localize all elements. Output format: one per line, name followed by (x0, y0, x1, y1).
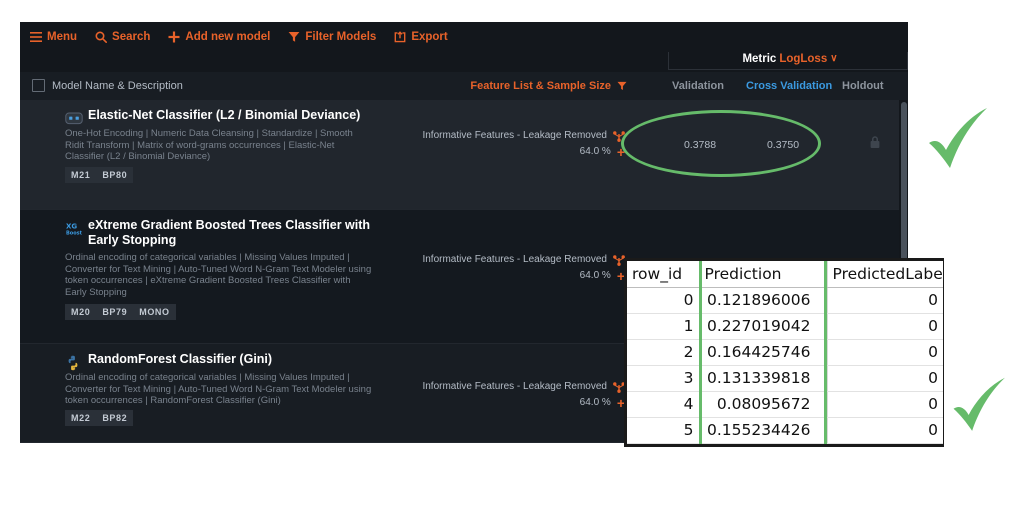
model-tag: BP82 (96, 410, 134, 426)
table-row[interactable]: 0 0.121896006 0 (627, 287, 943, 314)
feature-list-cell: Informative Features - Leakage Removed 6… (422, 379, 625, 411)
model-tag: MONO (133, 304, 176, 320)
model-tags: M20 BP79 MONO (65, 304, 176, 320)
column-header-row: Model Name & Description Feature List & … (20, 72, 908, 101)
cross-validation-score: 0.3750 (766, 139, 800, 151)
top-toolbar: Menu Search Add new model Filter Models … (20, 22, 908, 70)
python-icon (65, 355, 83, 371)
table-row[interactable]: 4 0.08095672 0 (627, 391, 943, 418)
cell-prediction: 0.08095672 (698, 391, 828, 418)
metric-value-text: LogLoss (779, 53, 828, 65)
sample-size: 64.0 % (579, 146, 611, 157)
model-description: Ordinal encoding of categorical variable… (65, 252, 372, 298)
cell-row-id: 5 (627, 417, 699, 444)
add-new-model-button[interactable]: Add new model (168, 31, 270, 43)
column-header-prediction: Prediction (698, 261, 828, 288)
cell-row-id: 3 (627, 365, 699, 392)
predictions-body: 0 0.121896006 0 1 0.227019042 0 2 0.1644… (627, 287, 943, 444)
model-tag: BP80 (96, 167, 134, 183)
model-tag: BP79 (96, 304, 134, 320)
model-tag: M21 (65, 167, 97, 183)
cell-prediction: 0.155234426 (698, 417, 828, 444)
model-description: One-Hot Encoding | Numeric Data Cleansin… (65, 128, 353, 162)
funnel-icon (616, 80, 628, 92)
robot-icon (65, 111, 83, 127)
plus-icon (168, 31, 180, 43)
table-row[interactable]: 2 0.164425746 0 (627, 339, 943, 366)
model-tags: M22 BP82 (65, 410, 134, 426)
cell-row-id: 2 (627, 339, 699, 366)
cell-prediction: 0.121896006 (698, 287, 828, 314)
sample-size: 64.0 % (579, 397, 611, 408)
metric-label-text: Metric (742, 53, 777, 65)
predictions-header-row: row_id Prediction PredictedLabel (627, 261, 943, 288)
filter-models-button[interactable]: Filter Models (288, 31, 376, 43)
column-header-feature-list[interactable]: Feature List & Sample Size (470, 80, 628, 92)
feature-list-name: Informative Features - Leakage Removed (422, 130, 607, 141)
select-all-checkbox[interactable] (32, 79, 45, 92)
cell-predicted-label: 0 (827, 417, 943, 444)
filter-models-label: Filter Models (305, 31, 377, 43)
add-new-model-label: Add new model (185, 31, 271, 43)
column-header-validation[interactable]: Validation (672, 80, 724, 92)
holdout-locked[interactable] (840, 135, 908, 152)
svg-text:XG: XG (66, 223, 77, 231)
cell-prediction: 0.131339818 (698, 365, 828, 392)
magnifier-icon (95, 31, 108, 43)
predictions-table: row_id Prediction PredictedLabel 0 0.121… (624, 258, 944, 447)
table-row[interactable]: Elastic-Net Classifier (L2 / Binomial De… (20, 100, 908, 210)
model-title[interactable]: Elastic-Net Classifier (L2 / Binomial De… (88, 108, 388, 123)
validation-score: 0.3788 (683, 139, 717, 151)
feature-list-name: Informative Features - Leakage Removed (422, 254, 607, 265)
predictions-grid: row_id Prediction PredictedLabel 0 0.121… (627, 261, 943, 444)
cell-row-id: 0 (627, 287, 699, 314)
column-header-cross-validation[interactable]: Cross Validation (746, 80, 832, 92)
cell-predicted-label: 0 (827, 365, 943, 392)
column-header-model: Model Name & Description (52, 80, 183, 92)
plus-icon[interactable]: + (617, 145, 625, 159)
cell-predicted-label: 0 (827, 391, 943, 418)
table-row[interactable]: 3 0.131339818 0 (627, 365, 943, 392)
feature-list-cell: Informative Features - Leakage Removed 6… (422, 252, 625, 284)
menu-button[interactable]: Menu (30, 31, 77, 43)
model-tag: M20 (65, 304, 97, 320)
model-title[interactable]: RandomForest Classifier (Gini) (88, 352, 388, 367)
search-button[interactable]: Search (95, 31, 150, 43)
cell-row-id: 4 (627, 391, 699, 418)
toolbar-actions: Menu Search Add new model Filter Models … (30, 31, 448, 43)
feature-list-cell: Informative Features - Leakage Removed 6… (422, 128, 625, 160)
cell-predicted-label: 0 (827, 313, 943, 340)
cell-prediction: 0.227019042 (698, 313, 828, 340)
funnel-icon (288, 31, 300, 43)
column-header-holdout[interactable]: Holdout (842, 80, 884, 92)
metric-selector[interactable]: Metric LogLoss ∨ (720, 53, 860, 65)
feature-list-name: Informative Features - Leakage Removed (422, 381, 607, 392)
column-header-feature-label: Feature List & Sample Size (470, 80, 611, 92)
chevron-down-icon: ∨ (830, 53, 838, 64)
blueprint-icon[interactable] (613, 130, 625, 142)
model-tags: M21 BP80 (65, 167, 134, 183)
svg-text:Boost: Boost (66, 231, 83, 237)
search-label: Search (112, 31, 151, 43)
table-row[interactable]: 1 0.227019042 0 (627, 313, 943, 340)
sample-size: 64.0 % (579, 270, 611, 281)
export-label: Export (411, 31, 448, 43)
xgboost-icon: XG Boost (65, 221, 83, 237)
checkmark-icon (953, 377, 1005, 431)
table-row[interactable]: 5 0.155234426 0 (627, 417, 943, 444)
cell-row-id: 1 (627, 313, 699, 340)
column-header-predicted-label: PredictedLabel (827, 261, 943, 288)
export-button[interactable]: Export (394, 31, 448, 43)
export-icon (394, 31, 406, 43)
hamburger-icon (30, 31, 42, 43)
cell-predicted-label: 0 (827, 287, 943, 314)
model-title[interactable]: eXtreme Gradient Boosted Trees Classifie… (88, 218, 388, 248)
model-description: Ordinal encoding of categorical variable… (65, 372, 372, 406)
menu-label: Menu (47, 31, 78, 43)
checkmark-icon (929, 108, 987, 168)
column-header-row-id: row_id (627, 261, 699, 288)
cell-predicted-label: 0 (827, 339, 943, 366)
model-tag: M22 (65, 410, 97, 426)
cell-prediction: 0.164425746 (698, 339, 828, 366)
